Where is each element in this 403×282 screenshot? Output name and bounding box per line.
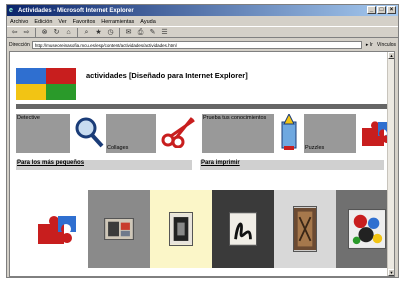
title-bar: e Actividades - Microsoft Internet Explo… [7, 5, 398, 16]
menu-edicion[interactable]: Edición [34, 19, 52, 25]
menu-ver[interactable]: Ver [58, 19, 66, 25]
logo-red [46, 68, 76, 84]
print-bar: Para imprimir [200, 160, 384, 170]
discuss-icon[interactable]: ☰ [160, 28, 169, 37]
logo-green [46, 84, 76, 100]
address-bar: Dirección http://museoreinasofia.mcu.es/… [7, 39, 398, 50]
menu-bar: Archivo Edición Ver Favoritos Herramient… [7, 17, 398, 26]
history-icon[interactable]: ◷ [106, 28, 115, 37]
mail-icon[interactable]: ✉ [124, 28, 133, 37]
toolbar-separator [35, 27, 36, 37]
small-kids-bar: Para los más pequeños [16, 160, 192, 170]
go-label: Ir [369, 41, 373, 48]
close-button[interactable]: × [387, 6, 396, 14]
window-controls: _ □ × [367, 6, 396, 14]
print-icon[interactable]: ⎙ [136, 28, 145, 37]
activity-nav: Detective Collages Prueba tus conocimien… [16, 112, 394, 154]
logo-blue [16, 68, 46, 84]
address-label: Dirección [9, 41, 30, 48]
page-content: actividades [Diseñado para Internet Expl… [9, 51, 395, 277]
tile-collages-label: Collages [107, 145, 129, 151]
scroll-up-arrow-icon[interactable]: ▲ [388, 52, 394, 59]
menu-archivo[interactable]: Archivo [10, 19, 28, 25]
tile-quiz[interactable]: Prueba tus conocimientos [202, 114, 274, 153]
ie-logo-icon: e [9, 7, 13, 14]
home-icon[interactable]: ⌂ [64, 28, 73, 37]
magnifier-icon[interactable] [73, 116, 105, 148]
menu-herramientas[interactable]: Herramientas [101, 19, 134, 25]
links-label[interactable]: Vínculos [377, 42, 396, 48]
standard-toolbar: ⇦ ⇨ ⊗ ↻ ⌂ ⌕ ★ ◷ ✉ ⎙ ✎ ☰ [7, 26, 398, 38]
scissors-icon[interactable] [159, 116, 199, 149]
pencil-icon[interactable] [278, 112, 300, 152]
toolbar-separator [119, 27, 120, 37]
tile-detective[interactable]: Detective [16, 114, 70, 153]
address-input[interactable]: http://museoreinasofia.mcu.es/esp/conten… [31, 40, 362, 49]
header-rule [16, 104, 394, 109]
menu-favoritos[interactable]: Favoritos [73, 19, 96, 25]
maximize-button[interactable]: □ [377, 6, 386, 14]
back-icon[interactable]: ⇦ [10, 28, 19, 37]
logo-yellow [16, 84, 46, 100]
edit-icon[interactable]: ✎ [148, 28, 157, 37]
browser-window: e Actividades - Microsoft Internet Explo… [6, 4, 399, 278]
forward-icon[interactable]: ⇨ [22, 28, 31, 37]
toolbar-separator [77, 27, 78, 37]
tile-detective-label: Detective [17, 115, 40, 121]
menu-ayuda[interactable]: Ayuda [140, 19, 156, 25]
tile-quiz-label: Prueba tus conocimientos [203, 115, 267, 121]
page-title: actividades [Diseñado para Internet Expl… [86, 71, 248, 80]
tile-puzzles-label: Puzzles [305, 145, 325, 151]
go-button[interactable]: ▸ Ir [364, 42, 375, 48]
tile-puzzles[interactable]: Puzzles [304, 114, 356, 153]
search-icon[interactable]: ⌕ [82, 28, 91, 37]
link-print[interactable]: Para imprimir [201, 160, 240, 166]
refresh-icon[interactable]: ↻ [52, 28, 61, 37]
stop-icon[interactable]: ⊗ [40, 28, 49, 37]
link-small-kids[interactable]: Para los más pequeños [17, 160, 84, 166]
artwork-3[interactable] [212, 190, 274, 268]
artwork-4[interactable] [274, 190, 336, 268]
puzzle-icon[interactable] [36, 214, 78, 246]
scroll-down-arrow-icon[interactable]: ▼ [388, 269, 394, 276]
artwork-1[interactable] [88, 190, 150, 268]
favorites-icon[interactable]: ★ [94, 28, 103, 37]
vertical-scrollbar[interactable]: ▲ ▼ [387, 52, 394, 276]
window-title: Actividades - Microsoft Internet Explore… [18, 7, 134, 14]
minimize-button[interactable]: _ [367, 6, 376, 14]
artwork-2[interactable] [150, 190, 212, 268]
tile-collages[interactable]: Collages [106, 114, 156, 153]
site-logo [16, 68, 76, 100]
artwork-gallery [88, 190, 394, 268]
